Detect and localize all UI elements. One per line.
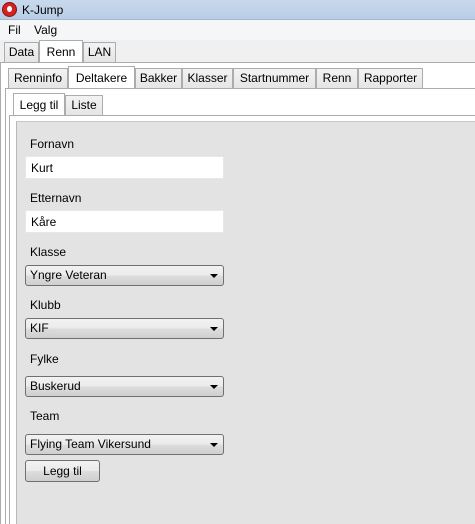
- etternavn-input[interactable]: Kåre: [25, 210, 224, 233]
- team-label: Team: [30, 409, 60, 423]
- fornavn-label: Fornavn: [30, 137, 75, 151]
- chevron-down-icon: [210, 443, 218, 447]
- tab-renn[interactable]: Renn: [39, 40, 83, 62]
- top-tab-strip: Data Renn LAN: [0, 40, 475, 64]
- tab-klasser[interactable]: Klasser: [182, 68, 233, 88]
- tab-lan[interactable]: LAN: [83, 42, 116, 62]
- klubb-selected-value: KIF: [30, 321, 49, 335]
- etternavn-label: Etternavn: [30, 191, 82, 205]
- window-title: K-Jump: [22, 3, 64, 17]
- tab-renninfo[interactable]: Renninfo: [8, 68, 68, 88]
- tab-rapporter[interactable]: Rapporter: [358, 68, 423, 88]
- menu-valg[interactable]: Valg: [34, 23, 57, 37]
- tab-deltakere[interactable]: Deltakere: [68, 66, 135, 88]
- title-bar: K-Jump: [0, 0, 475, 20]
- team-selected-value: Flying Team Vikersund: [30, 437, 151, 451]
- fornavn-input[interactable]: Kurt: [25, 156, 224, 179]
- menu-bar: Fil Valg: [0, 20, 475, 40]
- tab-renn-sub[interactable]: Renn: [316, 68, 358, 88]
- klasse-dropdown[interactable]: Yngre Veteran: [25, 265, 224, 286]
- tab-bakker[interactable]: Bakker: [135, 68, 182, 88]
- chevron-down-icon: [210, 274, 218, 278]
- app-logo-icon: [2, 2, 17, 17]
- fylke-label: Fylke: [30, 352, 59, 366]
- fylke-dropdown[interactable]: Buskerud: [25, 376, 224, 397]
- deltakere-tab-strip: Legg til Liste: [0, 93, 475, 117]
- tab-legg-til[interactable]: Legg til: [13, 93, 65, 115]
- tab-liste[interactable]: Liste: [65, 95, 103, 115]
- renn-tab-strip: Renninfo Deltakere Bakker Klasser Startn…: [0, 66, 475, 90]
- fylke-selected-value: Buskerud: [30, 379, 81, 393]
- tab-startnummer[interactable]: Startnummer: [233, 68, 316, 88]
- menu-fil[interactable]: Fil: [8, 23, 21, 37]
- klubb-label: Klubb: [30, 298, 61, 312]
- legg-til-button[interactable]: Legg til: [25, 460, 100, 482]
- team-dropdown[interactable]: Flying Team Vikersund: [25, 434, 224, 455]
- tab-data[interactable]: Data: [4, 42, 39, 62]
- chevron-down-icon: [210, 385, 218, 389]
- klasse-selected-value: Yngre Veteran: [30, 268, 107, 282]
- klubb-dropdown[interactable]: KIF: [25, 318, 224, 339]
- klasse-label: Klasse: [30, 245, 67, 259]
- chevron-down-icon: [210, 327, 218, 331]
